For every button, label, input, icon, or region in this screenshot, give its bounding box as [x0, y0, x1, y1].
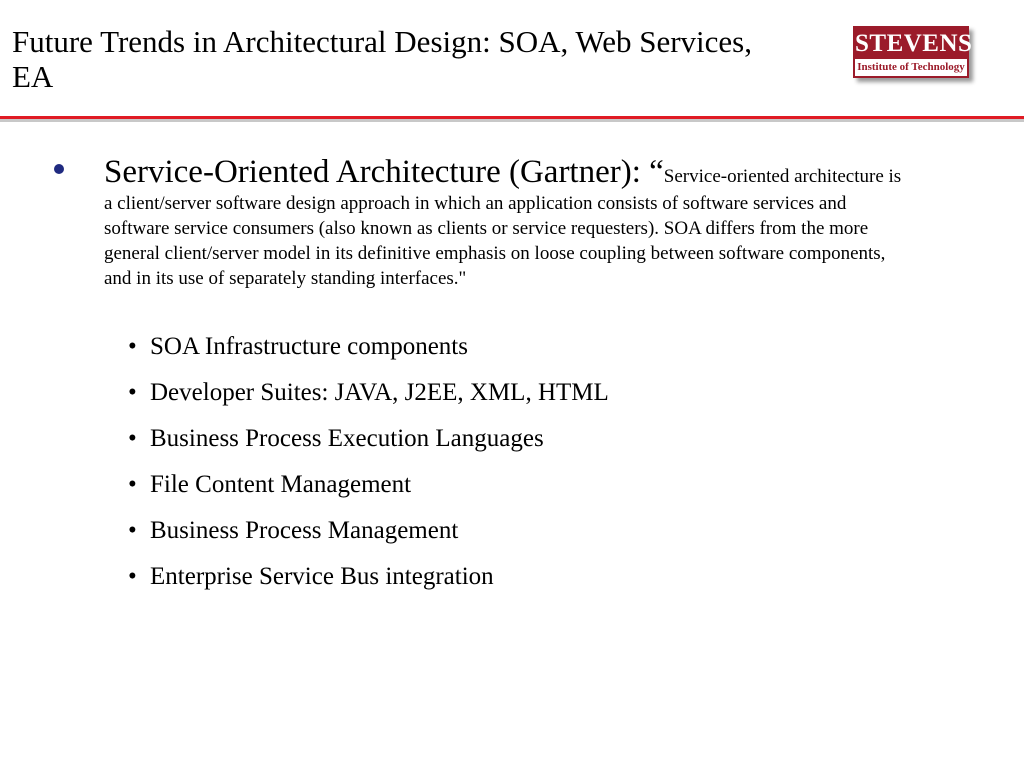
- list-item: • Developer Suites: JAVA, J2EE, XML, HTML: [128, 376, 609, 422]
- sub-bullet-list: • SOA Infrastructure components • Develope…: [128, 330, 609, 606]
- sub-bullet-icon: •: [128, 517, 137, 544]
- list-item-text: File Content Management: [150, 471, 412, 498]
- list-item: • SOA Infrastructure components: [128, 330, 609, 376]
- list-item-text: Enterprise Service Bus integration: [150, 563, 494, 590]
- list-item: • Business Process Execution Languages: [128, 422, 609, 468]
- list-item: • Business Process Management: [128, 514, 609, 560]
- list-item-text: Business Process Management: [150, 517, 459, 544]
- list-item: • File Content Management: [128, 468, 609, 514]
- bullet-icon: [54, 164, 64, 174]
- main-point-heading: Service-Oriented Architecture (Gartner):…: [104, 154, 664, 190]
- list-item: • Enterprise Service Bus integration: [128, 560, 609, 606]
- sub-bullet-icon: •: [128, 471, 137, 498]
- list-item-text: Developer Suites: JAVA, J2EE, XML, HTML: [150, 379, 609, 406]
- main-point: Service-Oriented Architecture (Gartner):…: [104, 152, 914, 292]
- stevens-logo: STEVENS Institute of Technology: [853, 26, 973, 78]
- sub-bullet-icon: •: [128, 563, 137, 590]
- title-divider-shadow: [0, 119, 1024, 122]
- list-item-text: Business Process Execution Languages: [150, 425, 544, 452]
- list-item-text: SOA Infrastructure components: [150, 333, 468, 360]
- logo-name: STEVENS: [855, 28, 973, 59]
- slide-title: Future Trends in Architectural Design: S…: [12, 24, 752, 94]
- sub-bullet-icon: •: [128, 333, 137, 360]
- sub-bullet-icon: •: [128, 379, 137, 406]
- sub-bullet-icon: •: [128, 425, 137, 452]
- logo-subtitle: Institute of Technology: [857, 61, 965, 73]
